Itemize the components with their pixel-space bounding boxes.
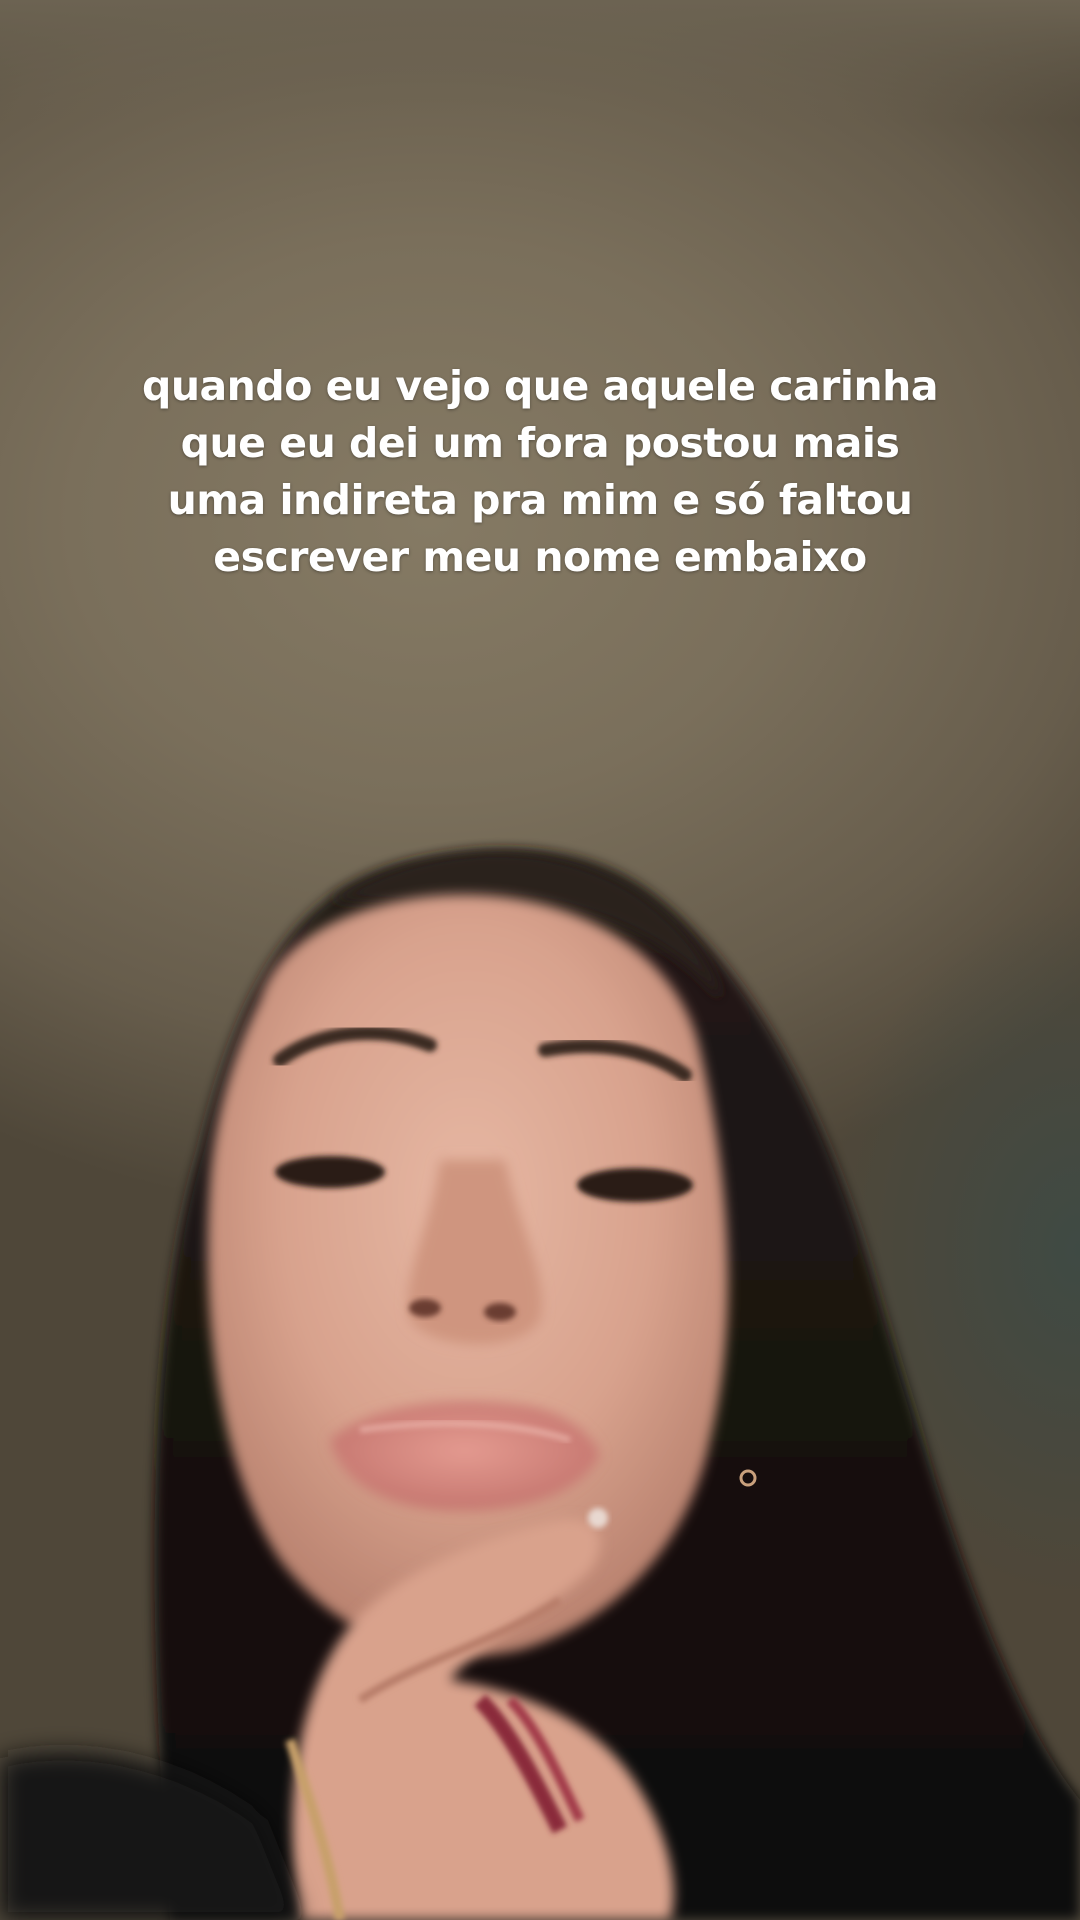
selfie-photo: [0, 850, 1080, 1920]
caption-line: escrever meu nome embaixo: [213, 533, 867, 581]
left-eye: [275, 1156, 385, 1188]
caption-line: que eu dei um fora postou mais: [180, 419, 900, 467]
caption-text: quando eu vejo que aquele carinha que eu…: [120, 358, 960, 586]
video-frame: quando eu vejo que aquele carinha que eu…: [0, 0, 1080, 1920]
right-eye: [577, 1168, 693, 1202]
caption-line: quando eu vejo que aquele carinha: [141, 362, 939, 410]
caption-line: uma indireta pra mim e só faltou: [167, 476, 913, 524]
